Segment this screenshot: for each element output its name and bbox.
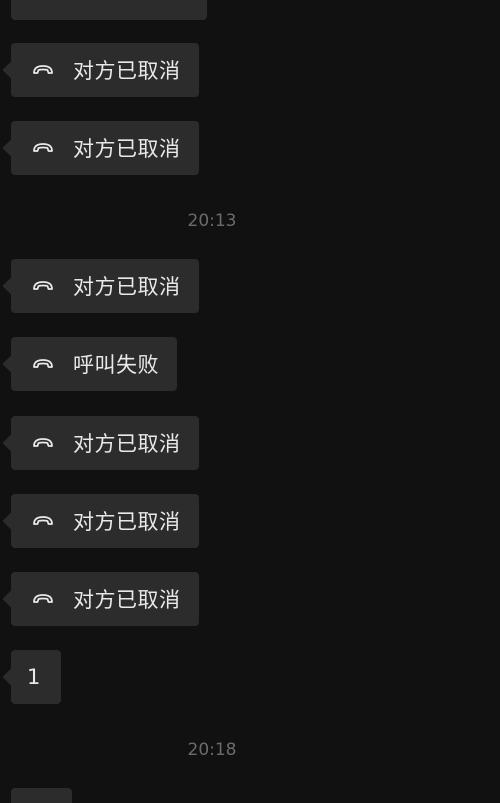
hangup-icon <box>30 586 56 612</box>
call-status-text: 对方已取消 <box>73 59 181 83</box>
hangup-icon <box>30 273 56 299</box>
call-record-bubble[interactable]: 对方已取消 <box>11 494 199 548</box>
hangup-icon <box>30 57 56 83</box>
text-message-bubble[interactable]: 1 <box>11 650 61 704</box>
call-record-bubble[interactable]: 对方已取消 <box>11 43 199 97</box>
chat-history[interactable]: 对方已取消 对方已取消 20:13 对方已取消 呼叫失败 对方已取消 对方已取消 <box>0 0 500 803</box>
call-status-text: 对方已取消 <box>73 588 181 612</box>
message-bubble-partial[interactable] <box>11 788 72 803</box>
hangup-icon <box>30 508 56 534</box>
hangup-icon <box>30 351 56 377</box>
message-bubble-partial[interactable] <box>11 0 207 20</box>
call-record-bubble[interactable]: 对方已取消 <box>11 572 199 626</box>
timestamp: 20:18 <box>187 740 237 760</box>
call-status-text: 对方已取消 <box>73 510 181 534</box>
call-status-text: 对方已取消 <box>73 275 181 299</box>
hangup-icon <box>30 430 56 456</box>
call-status-text: 对方已取消 <box>73 137 181 161</box>
hangup-icon <box>30 135 56 161</box>
call-record-bubble[interactable]: 对方已取消 <box>11 416 199 470</box>
call-status-text: 对方已取消 <box>73 432 181 456</box>
call-record-bubble[interactable]: 对方已取消 <box>11 121 199 175</box>
timestamp: 20:13 <box>187 211 237 231</box>
message-text: 1 <box>27 665 41 689</box>
call-record-bubble[interactable]: 对方已取消 <box>11 259 199 313</box>
call-record-bubble[interactable]: 呼叫失败 <box>11 337 177 391</box>
call-status-text: 呼叫失败 <box>73 353 159 377</box>
